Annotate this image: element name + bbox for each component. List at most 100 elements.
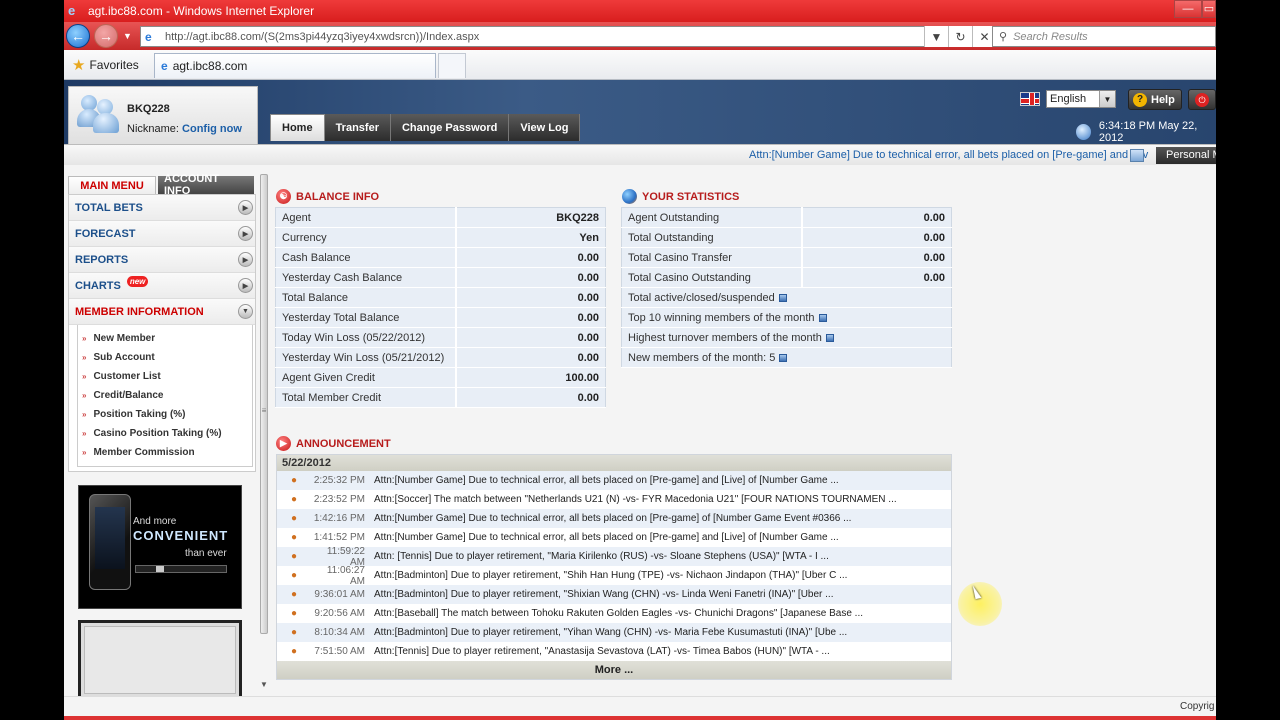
item-text: Attn:[Baseball] The match between Tohoku…	[374, 608, 864, 619]
sidebar: MAIN MENU ACCOUNT INFO TOTAL BETS ▶ FORE…	[68, 173, 256, 472]
promo-banner-2[interactable]	[78, 620, 242, 700]
list-item[interactable]: ● 11:59:22 AM Attn: [Tennis] Due to player…	[277, 546, 951, 568]
submenu-position-taking[interactable]: » Position Taking (%)	[78, 405, 252, 424]
list-item[interactable]: ● 7:51:50 AM Attn:[Tennis] Due to player r…	[277, 642, 951, 661]
browser-window: e agt.ibc88.com - Windows Internet Explo…	[64, 0, 1216, 720]
browser-tab[interactable]: e agt.ibc88.com	[154, 53, 436, 78]
config-now-link[interactable]: Config now	[182, 123, 242, 135]
tab-view-log[interactable]: View Log	[509, 114, 581, 141]
title-bar: e agt.ibc88.com - Windows Internet Explo…	[64, 0, 1216, 22]
list-item[interactable]: ● 1:41:52 PM Attn:[Number Game] Due to tec…	[277, 528, 951, 547]
language-select[interactable]: English ▼	[1046, 90, 1116, 108]
help-button[interactable]: ? Help	[1128, 89, 1182, 110]
menu-forecast[interactable]: FORECAST ▶	[69, 221, 255, 247]
row-label: Total Casino Outstanding	[621, 267, 802, 288]
logout-button[interactable]: ⏻	[1188, 89, 1216, 110]
minimize-button[interactable]: —	[1174, 0, 1202, 18]
row-value: 100.00	[454, 367, 606, 388]
list-item[interactable]: ● 1:42:16 PM Attn:[Number Game] Due to tec…	[277, 509, 951, 528]
language-selector: English ▼	[1020, 90, 1116, 108]
main-menu: TOTAL BETS ▶ FORECAST ▶ REPORTS ▶ CHARTS…	[68, 194, 256, 472]
nickname: Nickname: Config now	[127, 123, 242, 135]
bullet-icon: ●	[290, 551, 298, 562]
table-row: Total Casino Outstanding 0.00	[621, 267, 952, 288]
more-link[interactable]: More ...	[277, 661, 951, 679]
bullet-icon: »	[82, 353, 87, 362]
scrollbar-thumb[interactable]	[260, 174, 268, 634]
list-item[interactable]: ● 8:10:34 AM Attn:[Badminton] Due to playe…	[277, 623, 951, 642]
promo-banner[interactable]: And more CONVENIENT than ever	[78, 485, 242, 609]
submenu-label: Member Commission	[93, 447, 195, 458]
bullet-icon: ●	[290, 608, 298, 619]
users-icon	[77, 93, 121, 133]
new-tab-button[interactable]	[438, 53, 466, 78]
list-item[interactable]: ● 11:06:27 AM Attn:[Badminton] Due to play…	[277, 565, 951, 587]
bullet-icon: »	[82, 448, 87, 457]
submenu-customer-list[interactable]: » Customer List	[78, 367, 252, 386]
tab-main-menu[interactable]: MAIN MENU	[68, 176, 156, 194]
item-text: Attn:[Number Game] Due to technical erro…	[374, 532, 839, 543]
submenu-sub-account[interactable]: » Sub Account	[78, 348, 252, 367]
search-input[interactable]: ⚲ Search Results	[992, 26, 1216, 47]
tab-change-password[interactable]: Change Password	[390, 114, 510, 141]
address-dropdown-icon[interactable]: ▼	[924, 26, 948, 47]
site-content: BKQ228 Nickname: Config now English ▼ ? …	[64, 80, 1216, 720]
personal-message-button[interactable]: Personal M	[1156, 147, 1216, 164]
menu-total-bets[interactable]: TOTAL BETS ▶	[69, 195, 255, 221]
ticker-window-icon[interactable]	[1130, 149, 1144, 162]
search-placeholder: Search Results	[1013, 30, 1088, 43]
expand-icon[interactable]	[778, 293, 787, 302]
row-value: 0.00	[454, 387, 606, 408]
ie-logo-icon: e	[68, 3, 76, 18]
announcement-title: ANNOUNCEMENT	[296, 437, 391, 450]
tab-transfer[interactable]: Transfer	[324, 114, 391, 141]
submenu-label: New Member	[93, 333, 156, 344]
ticker-text[interactable]: Attn:[Number Game] Due to technical erro…	[749, 149, 1148, 161]
stats-link-new-members[interactable]: New members of the month: 5	[628, 352, 775, 364]
submenu-credit-balance[interactable]: » Credit/Balance	[78, 386, 252, 405]
back-button[interactable]: ←	[66, 24, 90, 48]
sidebar-scrollbar[interactable]: ≡ ▼	[259, 172, 269, 692]
menu-member-information[interactable]: MEMBER INFORMATION ▼	[69, 299, 255, 325]
tab-home[interactable]: Home	[270, 114, 325, 141]
expand-icon[interactable]	[779, 353, 788, 362]
favorites-button[interactable]: ★ Favorites	[64, 54, 149, 76]
submenu-new-member[interactable]: » New Member	[78, 329, 252, 348]
forward-button[interactable]: →	[94, 24, 118, 48]
promo-line1: And more	[133, 516, 177, 527]
submenu-casino-position-taking[interactable]: » Casino Position Taking (%)	[78, 424, 252, 443]
expand-icon[interactable]	[825, 333, 834, 342]
list-item[interactable]: ● 9:36:01 AM Attn:[Badminton] Due to playe…	[277, 585, 951, 604]
table-row: Highest turnover members of the month	[621, 327, 952, 348]
username: BKQ228	[127, 103, 170, 115]
history-dropdown-icon[interactable]: ▼	[123, 31, 132, 41]
tab-account-info[interactable]: ACCOUNT INFO	[158, 173, 254, 197]
list-item[interactable]: ● 2:25:32 PM Attn:[Number Game] Due to tec…	[277, 471, 951, 490]
item-text: Attn: [Tennis] Due to player retirement,…	[374, 551, 829, 562]
bullet-icon: »	[82, 410, 87, 419]
list-item[interactable]: ● 2:23:52 PM Attn:[Soccer] The match betwe…	[277, 490, 951, 509]
stats-link-active-closed[interactable]: Total active/closed/suspended	[628, 292, 775, 304]
stats-link-highest-turnover[interactable]: Highest turnover members of the month	[628, 332, 822, 344]
chevron-down-icon: ▼	[238, 304, 253, 319]
menu-reports[interactable]: REPORTS ▶	[69, 247, 255, 273]
maximize-button[interactable]: ▭	[1202, 0, 1216, 18]
menu-charts[interactable]: CHARTS new ▶	[69, 273, 255, 299]
stats-link-top10[interactable]: Top 10 winning members of the month	[628, 312, 815, 324]
bottom-border	[64, 716, 1216, 720]
list-item[interactable]: ● 9:20:56 AM Attn:[Baseball] The match bet…	[277, 604, 951, 623]
scrollbar-grip-icon: ≡	[261, 406, 267, 415]
scroll-down-icon[interactable]: ▼	[260, 680, 268, 689]
refresh-icon[interactable]: ↻	[948, 26, 972, 47]
menu-label: CHARTS	[75, 279, 121, 292]
table-row: Total Member Credit 0.00	[275, 387, 606, 408]
clock-icon	[1076, 124, 1091, 140]
expand-icon[interactable]	[818, 313, 827, 322]
address-field[interactable]: e http://agt.ibc88.com/(S(2ms3pi44yzq3iy…	[140, 26, 950, 47]
promo-line2: CONVENIENT	[133, 528, 229, 543]
favorites-bar: ★ Favorites e agt.ibc88.com	[64, 50, 1216, 80]
site-header: BKQ228 Nickname: Config now English ▼ ? …	[64, 80, 1216, 165]
announcement-date: 5/22/2012	[277, 455, 951, 471]
submenu-member-commission[interactable]: » Member Commission	[78, 443, 252, 462]
menu-label: MEMBER INFORMATION	[75, 305, 204, 318]
